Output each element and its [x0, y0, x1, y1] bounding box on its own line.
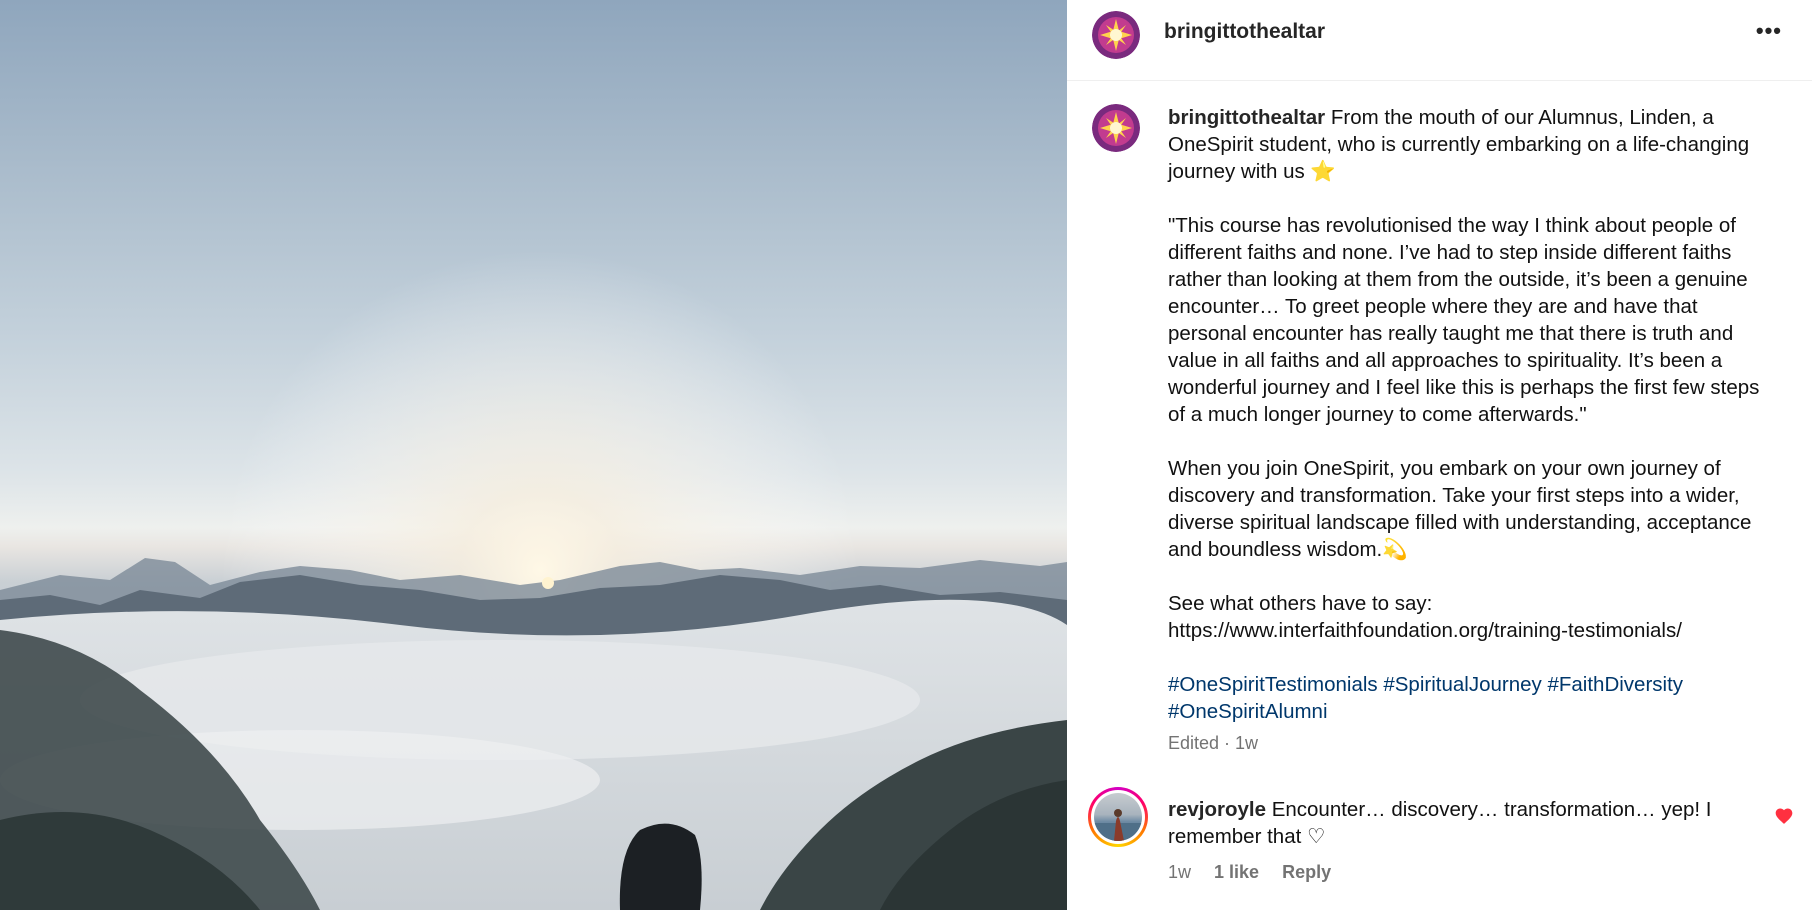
reply-button[interactable]: Reply	[1282, 862, 1331, 882]
caption-link: https://www.interfaithfoundation.org/tra…	[1168, 619, 1682, 642]
caption-see-others: See what others have to say:	[1168, 592, 1433, 615]
profile-avatar[interactable]	[1092, 11, 1140, 59]
heart-icon[interactable]	[1774, 806, 1794, 826]
comment-time: 1w	[1168, 862, 1192, 882]
landscape-image	[0, 0, 1067, 910]
comment-body: revjoroyle Encounter… discovery… transfo…	[1168, 796, 1748, 850]
hashtag-link[interactable]: #SpiritualJourney	[1383, 673, 1541, 696]
post-image[interactable]	[0, 0, 1067, 910]
hashtag-link[interactable]: #OneSpiritAlumni	[1168, 700, 1328, 723]
hashtag-link[interactable]: #FaithDiversity	[1547, 673, 1683, 696]
post-details-panel: bringittothealtar ••• bringittothealtar …	[1067, 0, 1812, 910]
post-username[interactable]: bringittothealtar	[1164, 20, 1325, 44]
caption-quote: "This course has revolutionised the way …	[1168, 214, 1760, 426]
person-icon	[1094, 809, 1142, 841]
sunburst-logo-icon	[1092, 11, 1140, 59]
comment-meta: 1w 1 like Reply	[1168, 862, 1349, 883]
more-options-icon[interactable]: •••	[1756, 18, 1782, 44]
post-caption: bringittothealtar From the mouth of our …	[1168, 104, 1773, 725]
commenter-avatar[interactable]	[1088, 787, 1148, 847]
hashtag-list: #OneSpiritTestimonials #SpiritualJourney…	[1168, 671, 1773, 725]
caption-paragraph: When you join OneSpirit, you embark on y…	[1168, 457, 1752, 561]
hashtag-link[interactable]: #OneSpiritTestimonials	[1168, 673, 1378, 696]
comment-username[interactable]: revjoroyle	[1168, 798, 1266, 821]
edited-timestamp: Edited · 1w	[1168, 733, 1259, 753]
commenter-photo	[1094, 793, 1142, 841]
caption-avatar[interactable]	[1092, 104, 1140, 152]
caption-username[interactable]: bringittothealtar	[1168, 106, 1325, 129]
sunburst-logo-icon	[1092, 104, 1140, 152]
post-header: bringittothealtar •••	[1067, 0, 1812, 81]
comment-likes[interactable]: 1 like	[1214, 862, 1259, 882]
